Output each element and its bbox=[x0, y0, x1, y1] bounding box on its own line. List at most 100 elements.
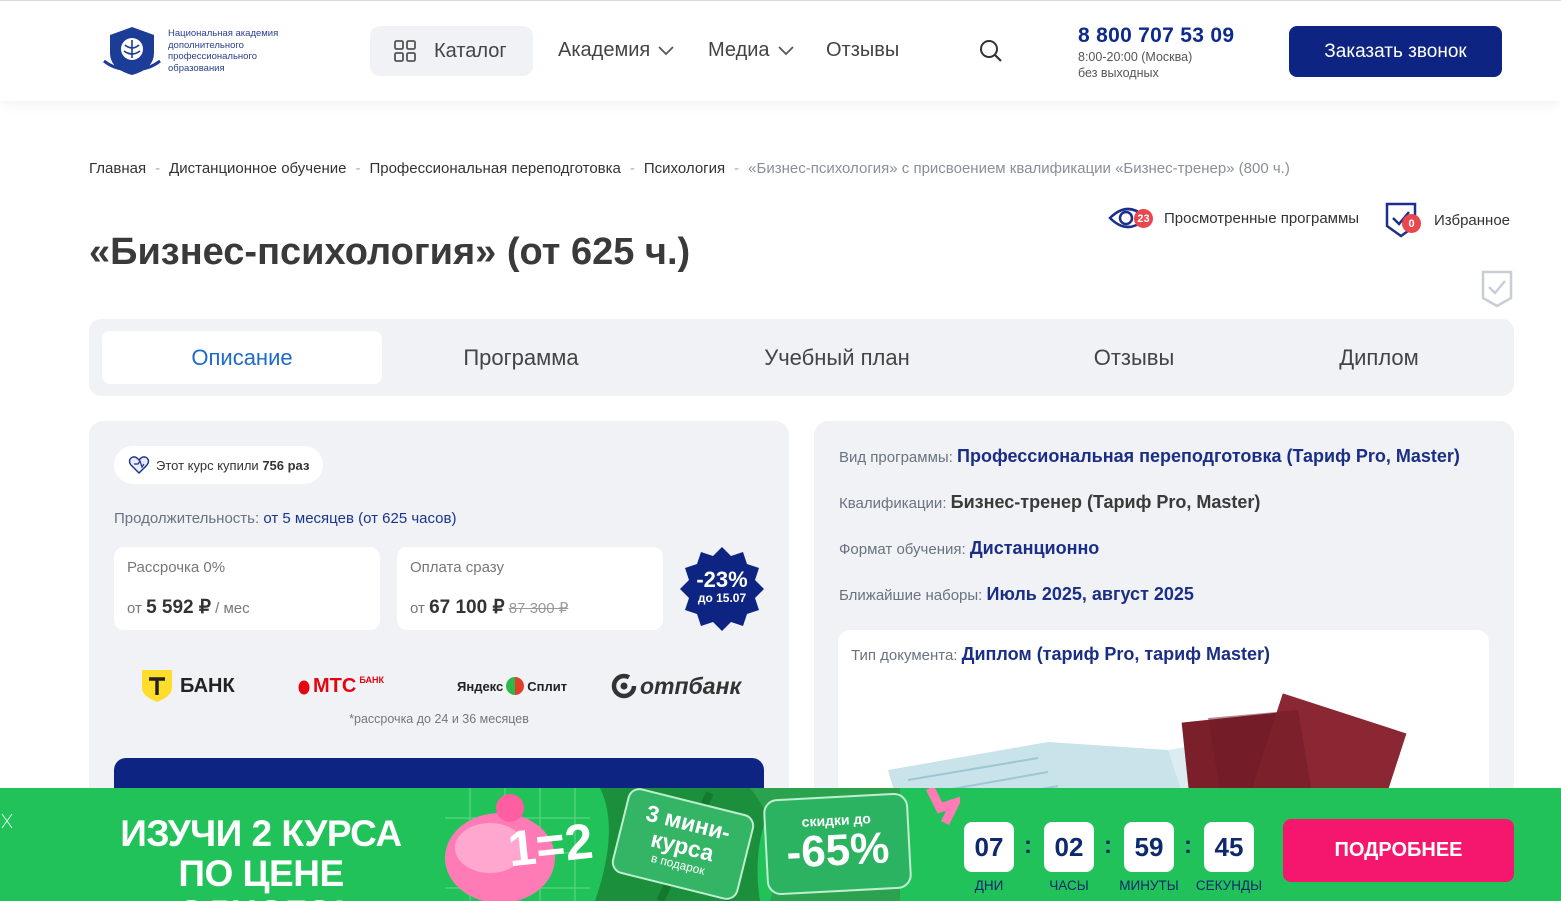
qualification-value: Бизнес-тренер (Тариф Pro, Master) bbox=[950, 492, 1261, 512]
discount-until: до 15.07 bbox=[697, 591, 747, 605]
timer-separator: : bbox=[1184, 832, 1192, 859]
breadcrumb-item[interactable]: Психология bbox=[644, 160, 725, 177]
catalog-label: Каталог bbox=[434, 39, 507, 62]
breadcrumb-item[interactable]: Дистанционное обучение bbox=[169, 160, 346, 177]
duration-label: Продолжительность: bbox=[114, 510, 260, 527]
tbank-logo: БАНК bbox=[142, 669, 235, 703]
heart-icon bbox=[128, 456, 150, 474]
installment-value: от 5 592 ₽ / мес bbox=[127, 597, 250, 618]
grid-icon bbox=[394, 40, 416, 62]
promo-title: ИЗУЧИ 2 КУРСА ПО ЦЕНЕ ОДНОГО! bbox=[120, 813, 402, 901]
timer-days-label: ДНИ bbox=[974, 878, 1004, 893]
tab-description[interactable]: Описание bbox=[102, 331, 382, 384]
mts-bank-logo: МТС БАНК bbox=[298, 669, 384, 703]
bought-prefix: Этот курс купили bbox=[156, 457, 259, 473]
logo[interactable]: Национальная академия дополнительного пр… bbox=[102, 25, 298, 77]
full-payment-price-box[interactable]: Оплата сразу от 67 100 ₽ 87 300 ₽ bbox=[397, 547, 663, 630]
sparkle-icon bbox=[1, 813, 13, 829]
phone-days: без выходных bbox=[1078, 66, 1159, 80]
duration-value: от 5 месяцев (от 625 часов) bbox=[263, 510, 457, 527]
tab-bar: Описание Программа Учебный план Отзывы Д… bbox=[89, 319, 1514, 396]
nav-label: Медиа bbox=[708, 39, 770, 61]
full-payment-value: от 67 100 ₽ 87 300 ₽ bbox=[410, 597, 569, 618]
pricing-card: Этот курс купили 756 раз Продолжительнос… bbox=[89, 421, 789, 821]
yandex-split-logo: Яндекс Сплит bbox=[457, 677, 568, 695]
viewed-count-badge: 23 bbox=[1134, 209, 1153, 228]
installment-price: 5 592 ₽ bbox=[146, 597, 211, 618]
purchase-count-badge: Этот курс купили 756 раз bbox=[114, 446, 324, 484]
sticker-discount: скидки до -65% bbox=[762, 792, 913, 896]
tab-curriculum[interactable]: Учебный план bbox=[682, 331, 992, 384]
breadcrumb-current: «Бизнес-психология» с присвоением квалиф… bbox=[748, 160, 1290, 177]
duration: Продолжительность: от 5 месяцев (от 625 … bbox=[114, 510, 456, 527]
study-format: Формат обучения: Дистанционно bbox=[839, 538, 1100, 558]
otpbank-logo: отпбанк bbox=[611, 669, 741, 703]
timer-separator: : bbox=[1024, 832, 1032, 859]
timer-seconds: 45 bbox=[1204, 822, 1254, 872]
nearest-intake: Ближайшие наборы: Июль 2025, август 2025 bbox=[839, 584, 1194, 604]
timer-hours-label: ЧАСЫ bbox=[1049, 878, 1089, 893]
otp-ring-icon bbox=[611, 673, 637, 699]
promo-details-button[interactable]: ПОДРОБНЕЕ bbox=[1283, 819, 1514, 882]
favorites-link[interactable]: 0 Избранное bbox=[1385, 202, 1510, 238]
installment-price-box[interactable]: Рассрочка 0% от 5 592 ₽ / мес bbox=[114, 547, 380, 630]
order-call-button[interactable]: Заказать звонок bbox=[1289, 26, 1502, 77]
mts-egg-icon bbox=[298, 680, 310, 694]
bookmark-icon[interactable] bbox=[1481, 270, 1513, 308]
site-header: Национальная академия дополнительного пр… bbox=[0, 1, 1561, 101]
old-price: 87 300 ₽ bbox=[508, 600, 569, 617]
document-type-value: Диплом (тариф Pro, тариф Master) bbox=[961, 644, 1270, 664]
full-payment-label: Оплата сразу bbox=[410, 559, 504, 576]
logo-text: Национальная академия дополнительного пр… bbox=[168, 28, 279, 74]
phone-hours: 8:00-20:00 (Москва) bbox=[1078, 50, 1193, 64]
viewed-icon-wrap: 23 bbox=[1108, 203, 1154, 233]
timer-separator: : bbox=[1104, 832, 1112, 859]
discount-percent: -23% bbox=[696, 567, 748, 592]
tbank-shield-icon bbox=[142, 670, 172, 702]
nav-media[interactable]: Медиа bbox=[708, 39, 794, 62]
study-format-value: Дистанционно bbox=[969, 538, 1100, 558]
discount-text: -23% до 15.07 bbox=[680, 567, 764, 606]
favorites-count-badge: 0 bbox=[1402, 214, 1421, 233]
chevron-down-icon bbox=[658, 45, 674, 55]
timer-days: 07 bbox=[964, 822, 1014, 872]
installment-footnote: *рассрочка до 24 и 36 месяцев bbox=[349, 712, 529, 726]
breadcrumb-item[interactable]: Профессиональная переподготовка bbox=[369, 160, 620, 177]
breadcrumb-item[interactable]: Главная bbox=[89, 160, 146, 177]
tab-program[interactable]: Программа bbox=[382, 331, 660, 384]
document-type: Тип документа: Диплом (тариф Pro, тариф … bbox=[851, 644, 1270, 664]
nav-label: Отзывы bbox=[826, 39, 900, 61]
program-type-value: Профессиональная переподготовка (Тариф P… bbox=[957, 446, 1460, 466]
bought-count: 756 раз bbox=[262, 457, 310, 473]
timer-hours: 02 bbox=[1044, 822, 1094, 872]
nav-label: Академия bbox=[558, 39, 651, 61]
split-circle-icon bbox=[506, 677, 525, 695]
academy-emblem-icon bbox=[103, 27, 161, 75]
promo-banner[interactable]: ИЗУЧИ 2 КУРСА ПО ЦЕНЕ ОДНОГО! 1=2 3 мини… bbox=[0, 788, 1561, 901]
phone-block: 8 800 707 53 09 8:00-20:00 (Москва) без … bbox=[1078, 24, 1234, 80]
catalog-button[interactable]: Каталог bbox=[370, 26, 533, 76]
nav-academy[interactable]: Академия bbox=[558, 39, 674, 62]
phone-number[interactable]: 8 800 707 53 09 bbox=[1078, 24, 1234, 48]
page-title: «Бизнес-психология» (от 625 ч.) bbox=[89, 231, 691, 273]
sticker-equal: 1=2 bbox=[505, 812, 596, 878]
viewed-label: Просмотренные программы bbox=[1164, 209, 1360, 227]
qualification: Квалификации: Бизнес-тренер (Тариф Pro, … bbox=[839, 492, 1261, 512]
timer-minutes: 59 bbox=[1124, 822, 1174, 872]
nav-reviews[interactable]: Отзывы bbox=[826, 39, 899, 62]
favorites-icon-wrap: 0 bbox=[1385, 202, 1421, 238]
tab-reviews[interactable]: Отзывы bbox=[1024, 331, 1244, 384]
bank-partners: БАНК МТС БАНК Яндекс Сплит отпбанк bbox=[114, 669, 764, 705]
program-info-card: Вид программы: Профессиональная переподг… bbox=[814, 421, 1514, 830]
timer-minutes-label: МИНУТЫ bbox=[1119, 878, 1179, 893]
favorites-label: Избранное bbox=[1434, 211, 1511, 229]
timer-seconds-label: СЕКУНДЫ bbox=[1195, 878, 1263, 893]
breadcrumb: Главная - Дистанционное обучение - Професс… bbox=[89, 160, 1290, 177]
chevron-down-icon bbox=[777, 45, 794, 55]
tab-diploma[interactable]: Диплом bbox=[1259, 331, 1499, 384]
nearest-intake-value: Июль 2025, август 2025 bbox=[986, 584, 1194, 604]
viewed-programs-link[interactable]: 23 Просмотренные программы bbox=[1108, 203, 1359, 233]
installment-label: Рассрочка 0% bbox=[127, 559, 226, 576]
program-type: Вид программы: Профессиональная переподг… bbox=[839, 446, 1460, 466]
search-icon[interactable] bbox=[979, 39, 1003, 63]
